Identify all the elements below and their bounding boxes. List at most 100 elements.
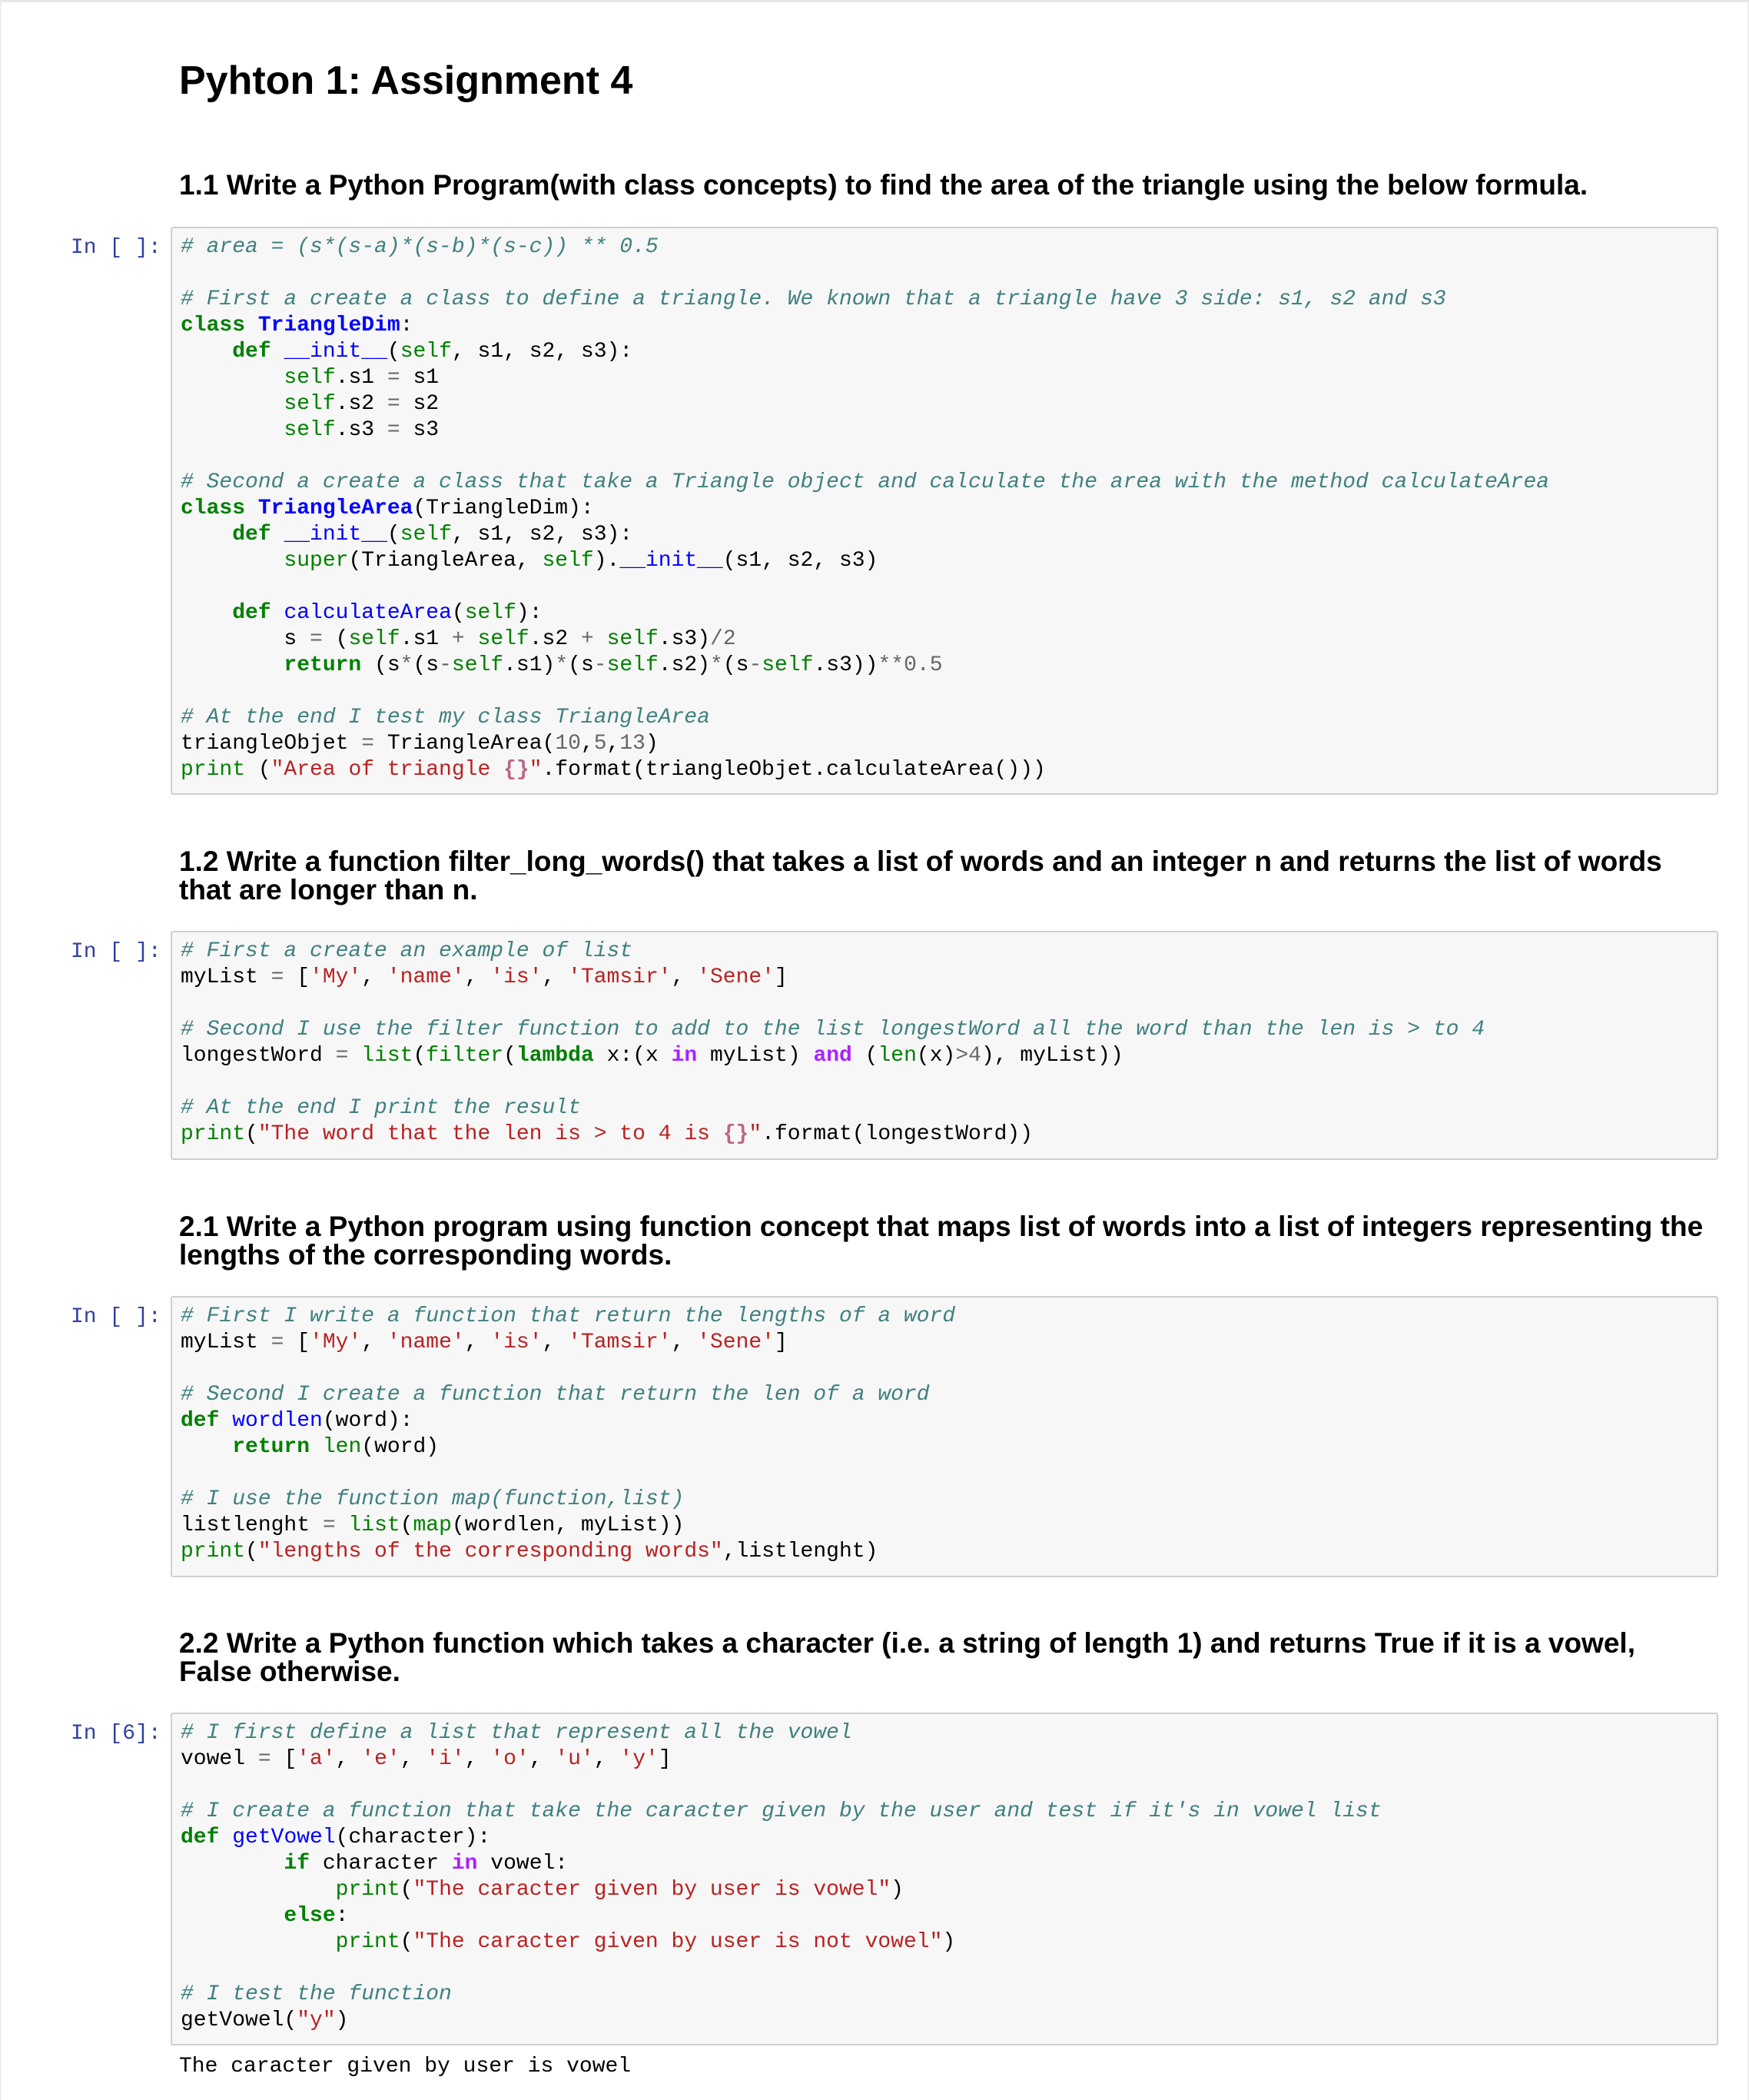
code-editor[interactable]: # First a create an example of list myLi… bbox=[172, 939, 1485, 1148]
code-token: ( bbox=[503, 1044, 516, 1068]
code-token: def bbox=[181, 1409, 220, 1433]
code-token: 2 bbox=[722, 627, 736, 651]
code-token: "The caracter given by user is vowel" bbox=[413, 1878, 891, 1902]
code-token: # First I write a function that return t… bbox=[181, 1304, 956, 1328]
code-editor[interactable]: # area = (s*(s-a)*(s-b)*(s-c)) ** 0.5 # … bbox=[172, 234, 1549, 783]
code-token: # area = (s*(s-a)*(s-b)*(s-c)) ** 0.5 bbox=[181, 235, 659, 259]
code-token: {} bbox=[503, 758, 529, 782]
code-token: self bbox=[284, 366, 336, 390]
code-token: = bbox=[387, 392, 400, 416]
code-token: "lengths of the corresponding words" bbox=[257, 1540, 723, 1563]
code-token: + bbox=[451, 627, 465, 651]
code-token: map bbox=[413, 1514, 452, 1537]
code-line: def calculateArea(self): bbox=[181, 601, 542, 625]
code-line: # area = (s*(s-a)*(s-b)*(s-c)) ** 0.5 bbox=[181, 235, 659, 259]
code-token: = bbox=[270, 1331, 284, 1354]
code-token: ( bbox=[451, 601, 465, 625]
code-token: 'Tamsir' bbox=[568, 965, 672, 989]
code-token: triangleObjet bbox=[181, 732, 362, 756]
code-token: ** bbox=[878, 653, 904, 677]
code-token: in bbox=[671, 1044, 698, 1068]
code-token: # Second I use the filter function to ad… bbox=[181, 1018, 1485, 1042]
code-line: # Second I use the filter function to ad… bbox=[181, 1018, 1485, 1042]
code-token: self bbox=[348, 627, 400, 651]
code-token: 'e' bbox=[361, 1747, 400, 1771]
code-token: .s1 bbox=[400, 627, 452, 651]
top-border bbox=[0, 0, 1749, 2]
code-token: * bbox=[400, 653, 413, 677]
code-token: 5 bbox=[593, 732, 607, 756]
code-token: character bbox=[310, 1852, 452, 1876]
cell-output-2-2: The caracter given by user is vowel bbox=[179, 2055, 632, 2078]
code-token: (s bbox=[722, 653, 749, 677]
code-token: def bbox=[232, 601, 271, 625]
code-cell-2-1[interactable]: # First I write a function that return t… bbox=[171, 1296, 1718, 1577]
code-token: 'name' bbox=[387, 965, 465, 989]
code-token: 'is' bbox=[490, 1331, 543, 1354]
code-token: = bbox=[387, 366, 400, 390]
code-token: ( bbox=[400, 1514, 413, 1537]
code-token: .s3)) bbox=[813, 653, 878, 677]
code-token: = bbox=[335, 1044, 349, 1068]
code-token: ( bbox=[245, 758, 271, 782]
code-line: # First I write a function that return t… bbox=[181, 1304, 955, 1328]
cell-prompt-1-2: In [ ]: bbox=[71, 940, 161, 964]
code-token: .s3) bbox=[658, 627, 711, 651]
code-token: ). bbox=[593, 549, 620, 573]
code-token: 10 bbox=[555, 732, 581, 756]
code-token: , bbox=[671, 1331, 698, 1354]
code-token: ( bbox=[387, 340, 400, 364]
code-line: vowel = ['a', 'e', 'i', 'o', 'u', 'y'] bbox=[181, 1747, 672, 1771]
code-token: (word): bbox=[322, 1409, 413, 1433]
code-token: 4 bbox=[968, 1044, 981, 1068]
code-token: "y" bbox=[297, 2009, 336, 2032]
code-cell-2-2[interactable]: # I first define a list that represent a… bbox=[171, 1713, 1718, 2045]
code-token: (x) bbox=[916, 1044, 956, 1068]
code-token: def bbox=[232, 523, 271, 547]
code-token: self bbox=[762, 653, 814, 677]
code-token: def bbox=[232, 340, 271, 364]
code-token: (TriangleDim): bbox=[413, 497, 594, 520]
code-cell-1-2[interactable]: # First a create an example of list myLi… bbox=[171, 931, 1718, 1160]
code-token: self bbox=[606, 627, 659, 651]
code-token: TriangleArea( bbox=[374, 732, 556, 756]
code-token: vowel: bbox=[477, 1852, 569, 1876]
code-token: = bbox=[387, 418, 400, 442]
code-token: s2 bbox=[400, 392, 440, 416]
code-cell-1-1[interactable]: # area = (s*(s-a)*(s-b)*(s-c)) ** 0.5 # … bbox=[171, 227, 1718, 795]
code-token: (s bbox=[568, 653, 594, 677]
code-token: 'u' bbox=[555, 1747, 594, 1771]
code-token: __init__ bbox=[619, 549, 723, 573]
code-token: , bbox=[593, 1747, 620, 1771]
code-token: 'My' bbox=[310, 1331, 362, 1354]
code-token: ( bbox=[400, 1878, 413, 1902]
code-line: myList = ['My', 'name', 'is', 'Tamsir', … bbox=[181, 965, 788, 989]
code-editor[interactable]: # I first define a list that represent a… bbox=[172, 1720, 1382, 2034]
code-token: "Area of triangle bbox=[270, 758, 504, 782]
code-editor[interactable]: # First I write a function that return t… bbox=[172, 1304, 955, 1565]
section-heading-1-2: 1.2 Write a function filter_long_words()… bbox=[179, 846, 1662, 905]
code-token: , s1, s2, s3): bbox=[451, 340, 633, 364]
code-token: len bbox=[322, 1435, 362, 1459]
code-token: = bbox=[270, 965, 284, 989]
code-line: return len(word) bbox=[181, 1435, 439, 1459]
code-token: 'y' bbox=[619, 1747, 659, 1771]
code-token: # Second I create a function that return… bbox=[181, 1383, 930, 1407]
code-token: ] bbox=[775, 1331, 788, 1354]
code-line: self.s3 = s3 bbox=[181, 418, 439, 442]
code-token: TriangleArea bbox=[257, 497, 413, 520]
code-token: , bbox=[464, 965, 491, 989]
code-line: def wordlen(word): bbox=[181, 1409, 413, 1433]
code-token: > bbox=[955, 1044, 969, 1068]
code-token: # I create a function that take the cara… bbox=[181, 1799, 1382, 1823]
